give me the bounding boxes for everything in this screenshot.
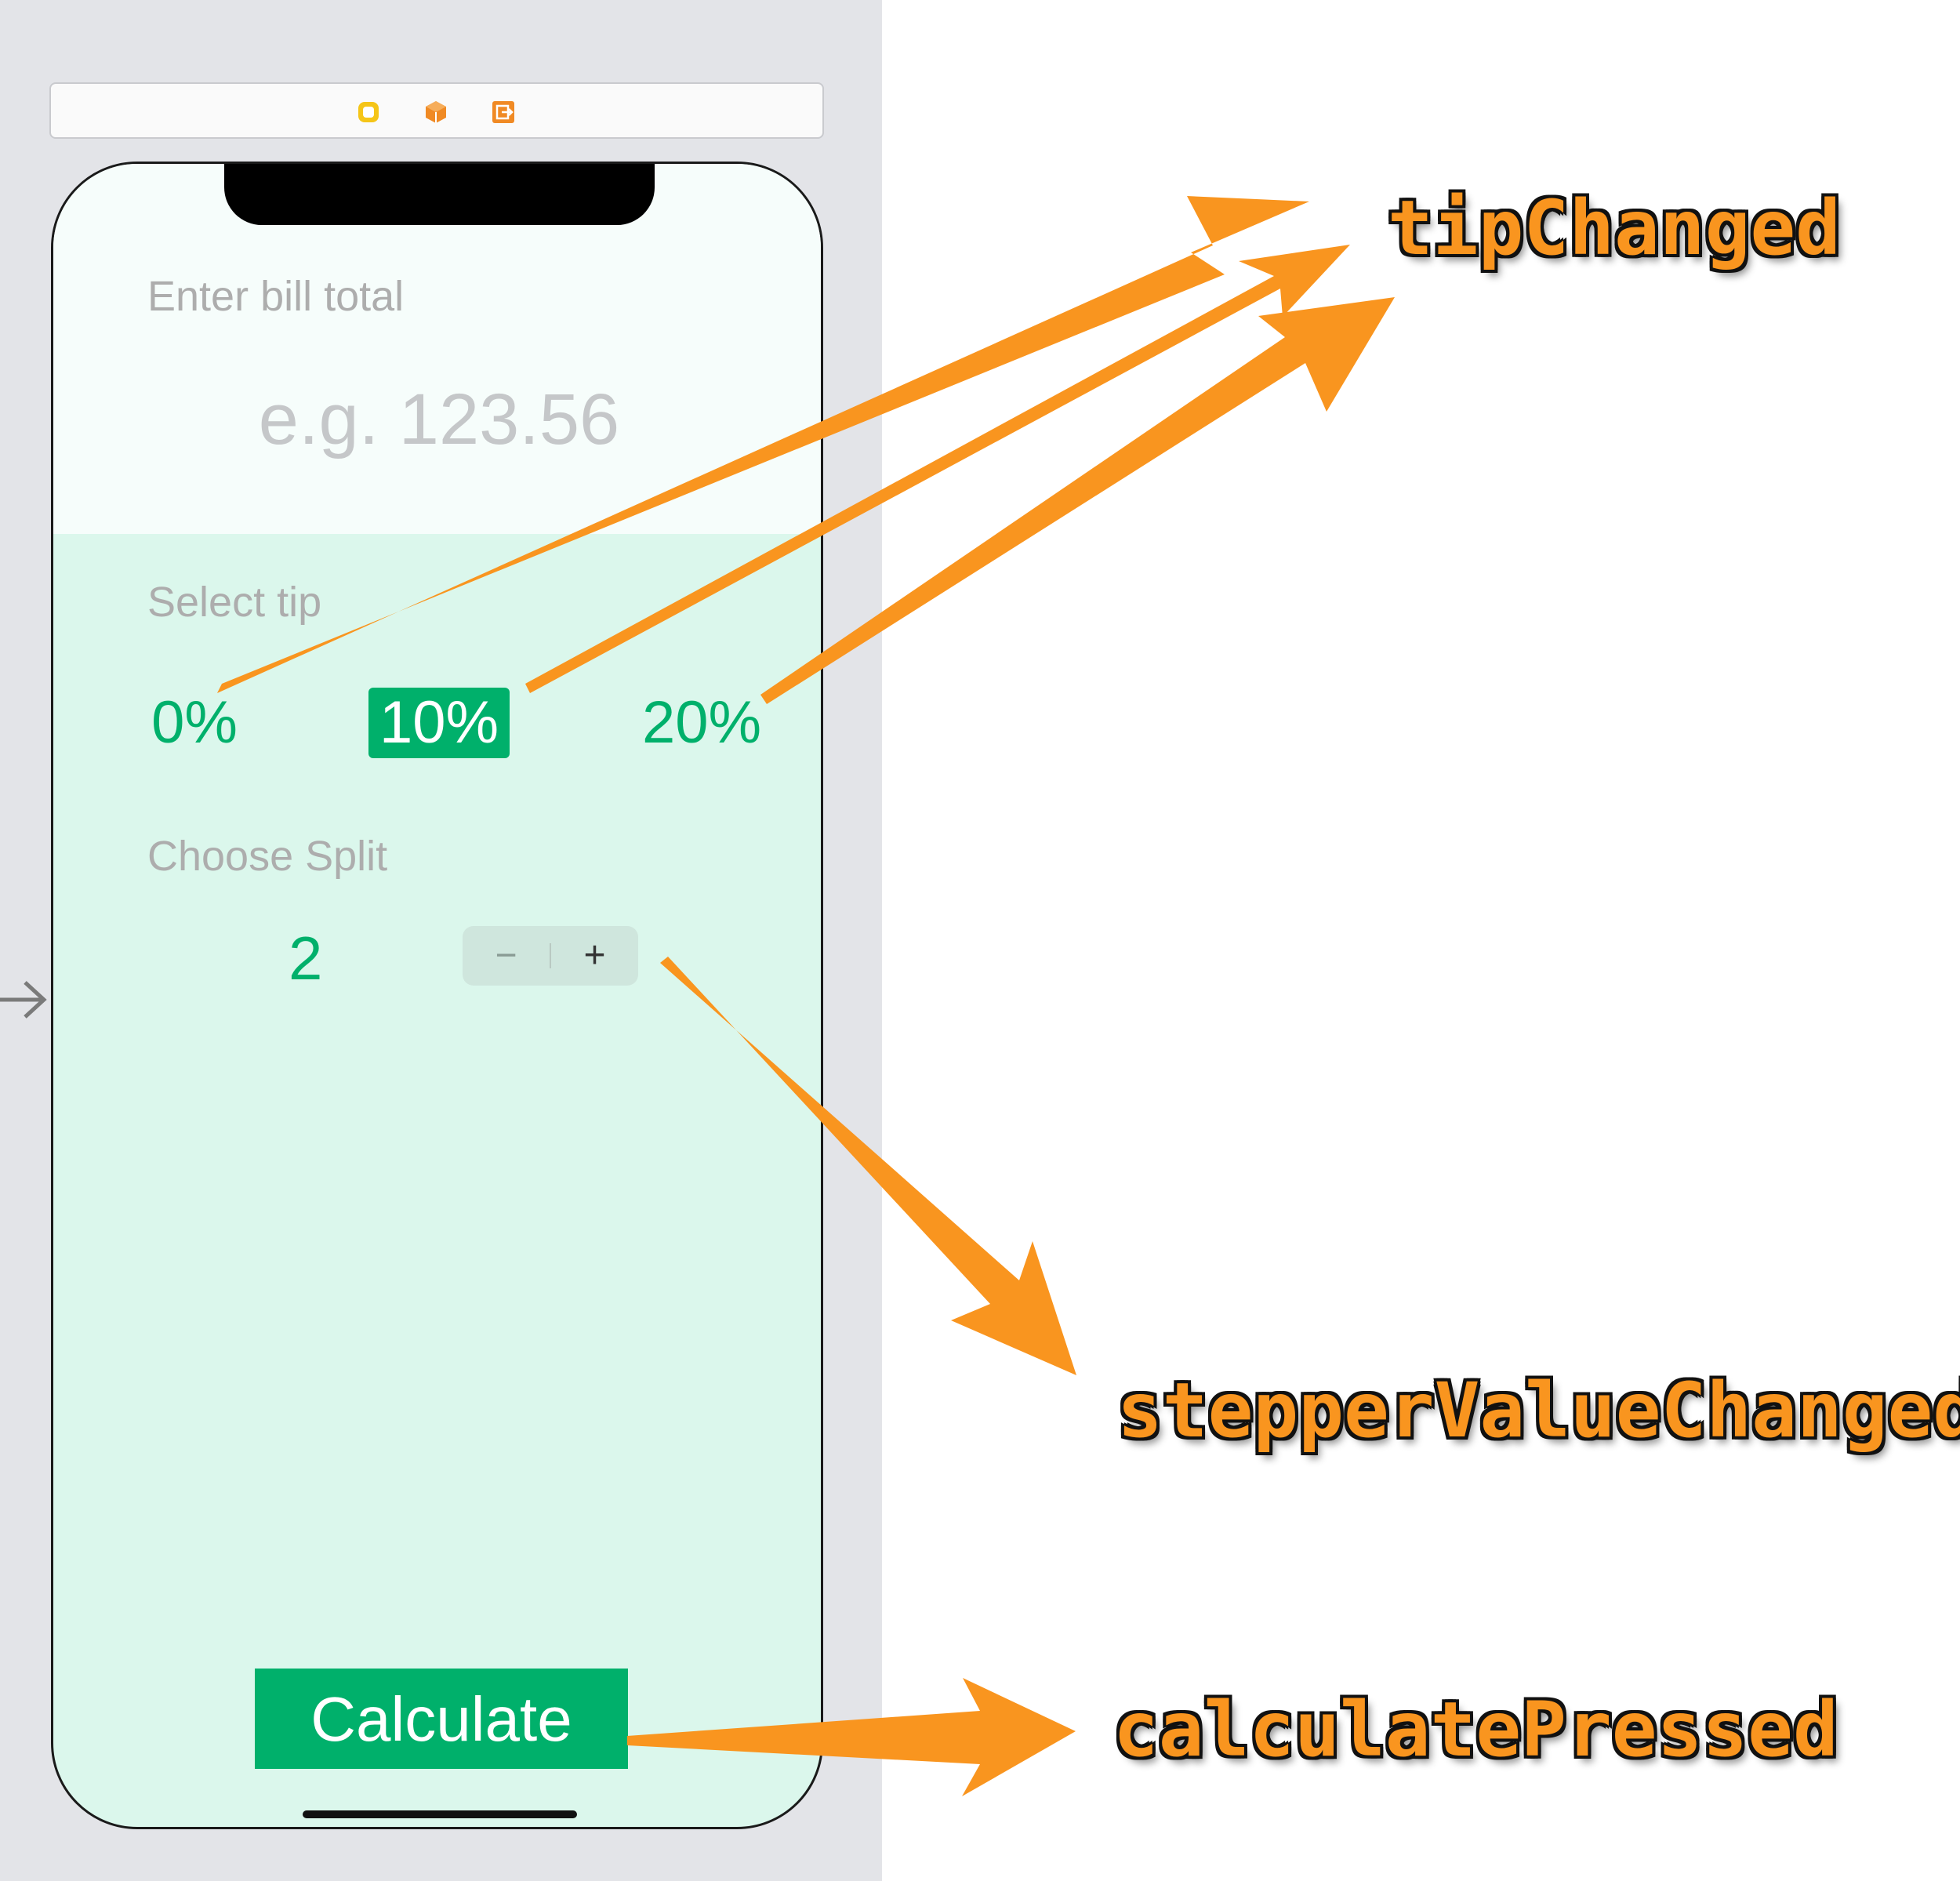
tip-action-label: tipChanged <box>1388 184 1841 272</box>
stepper-action-label: stepperValueChanged <box>1117 1367 1960 1454</box>
connection-arrows <box>217 196 1395 1796</box>
tip-twenty-connection-arrow-icon <box>760 297 1395 704</box>
calculate-action-label: calculatePressed <box>1113 1686 1838 1774</box>
calculate-connection-arrow-icon <box>627 1678 1076 1796</box>
stepper-connection-arrow-icon <box>660 957 1076 1375</box>
tip-ten-connection-arrow-icon <box>525 245 1350 693</box>
